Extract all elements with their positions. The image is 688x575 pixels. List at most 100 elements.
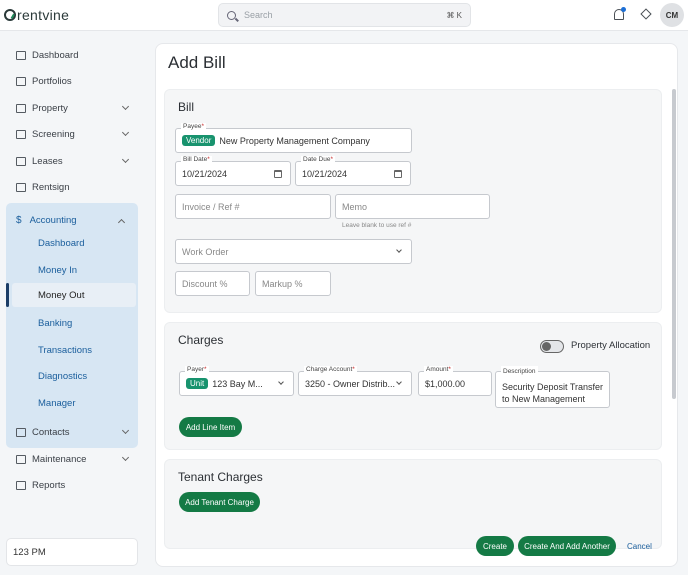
markup-input[interactable]: Markup % <box>255 271 331 296</box>
date-due-value: 10/21/2024 <box>302 168 348 179</box>
bill-section-title: Bill <box>178 100 195 114</box>
building-icon <box>16 103 26 113</box>
charge-account-select[interactable]: Charge Account* 3250 - Owner Distrib... <box>298 366 412 396</box>
accounting-group: $ Accounting Dashboard Money In Money Ou… <box>6 203 138 448</box>
top-bar: rentvine Search ⌘ K CM <box>0 0 688 31</box>
sidebar-subitem-banking[interactable]: Banking <box>12 311 136 335</box>
accessibility-icon[interactable] <box>641 10 649 20</box>
bill-date-field[interactable]: Bill Date* 10/21/2024 <box>175 156 291 186</box>
notifications-bell-icon[interactable] <box>614 7 626 20</box>
amount-value: $1,000.00 <box>425 378 466 389</box>
invoice-ref-placeholder: Invoice / Ref # <box>182 201 240 212</box>
search-icon <box>227 10 236 20</box>
charge-account-value: 3250 - Owner Distrib... <box>305 378 396 389</box>
sidebar-item-maintenance[interactable]: Maintenance <box>8 447 140 471</box>
sidebar-subitem-money-out[interactable]: Money Out <box>12 283 136 307</box>
create-button[interactable]: Create <box>476 536 514 556</box>
description-textarea[interactable]: Description Security Deposit Transfer to… <box>495 366 610 408</box>
sidebar-item-reports[interactable]: Reports <box>8 473 140 497</box>
cancel-link[interactable]: Cancel <box>627 542 652 551</box>
bill-date-label: Bill Date* <box>181 156 212 163</box>
account-switcher[interactable]: 123 PM <box>6 538 138 566</box>
payee-value: New Property Management Company <box>219 135 370 146</box>
chevron-down-icon <box>121 453 130 462</box>
sidebar-item-label: Property <box>32 102 68 114</box>
sidebar-item-label: Accounting <box>29 214 77 226</box>
sidebar-subitem-money-in[interactable]: Money In <box>12 258 136 282</box>
sidebar-subitem-dashboard[interactable]: Dashboard <box>12 231 136 255</box>
add-line-item-button[interactable]: Add Line Item <box>179 417 242 437</box>
payee-label: Payee* <box>181 123 206 130</box>
sidebar-item-screening[interactable]: Screening <box>8 122 140 146</box>
memo-placeholder: Memo <box>342 201 368 212</box>
calendar-icon[interactable] <box>394 170 402 178</box>
dashboard-icon <box>16 50 26 60</box>
create-and-add-another-button[interactable]: Create And Add Another <box>518 536 616 556</box>
memo-input[interactable]: Memo <box>335 194 490 219</box>
bill-section: Bill Payee* Vendor New Property Manageme… <box>164 89 662 313</box>
chevron-down-icon <box>121 128 130 137</box>
payer-value: 123 Bay M... <box>212 378 263 389</box>
amount-input[interactable]: Amount* $1,000.00 <box>418 366 492 396</box>
chevron-down-icon <box>121 155 130 164</box>
add-tenant-charge-button[interactable]: Add Tenant Charge <box>179 492 260 512</box>
charges-section-title: Charges <box>178 333 224 347</box>
work-order-select[interactable]: Work Order <box>175 239 412 264</box>
sidebar-item-dashboard[interactable]: Dashboard <box>8 43 140 67</box>
payee-field[interactable]: Payee* Vendor New Property Management Co… <box>175 123 412 153</box>
chevron-down-icon <box>121 426 130 435</box>
work-order-placeholder: Work Order <box>182 246 229 257</box>
payer-select[interactable]: Payer* Unit 123 Bay M... <box>179 366 294 396</box>
property-allocation-toggle[interactable] <box>540 340 564 353</box>
calendar-icon[interactable] <box>274 170 282 178</box>
unit-chip: Unit <box>186 378 209 389</box>
chevron-down-icon <box>278 379 284 385</box>
chevron-up-icon <box>117 218 126 227</box>
toggle-knob <box>542 342 551 351</box>
rentvine-logo[interactable]: rentvine <box>4 7 69 23</box>
bill-date-value: 10/21/2024 <box>182 168 228 179</box>
description-value: Security Deposit Transfer to New Managem… <box>502 382 604 404</box>
search-placeholder: Search <box>244 10 273 20</box>
sidebar-item-label: Maintenance <box>32 453 87 465</box>
notification-dot <box>621 7 626 12</box>
dollar-icon: $ <box>16 214 22 226</box>
sidebar-item-label: Leases <box>32 155 63 167</box>
chevron-down-icon <box>396 379 402 385</box>
scrollbar[interactable] <box>672 89 676 399</box>
sidebar-item-leases[interactable]: Leases <box>8 149 140 173</box>
property-allocation-label: Property Allocation <box>571 340 651 351</box>
tenant-charges-section-title: Tenant Charges <box>178 470 263 484</box>
sidebar-item-label: Dashboard <box>32 49 79 61</box>
search-input[interactable]: Search ⌘ K <box>218 3 471 27</box>
wrench-icon <box>16 454 26 464</box>
user-avatar[interactable]: CM <box>660 3 684 27</box>
sidebar-item-label: Screening <box>32 128 75 140</box>
payer-label: Payer* <box>185 366 209 373</box>
active-indicator <box>6 283 9 307</box>
sidebar-item-label: Contacts <box>32 426 70 438</box>
sidebar-item-accounting[interactable]: $ Accounting <box>8 209 136 231</box>
amount-label: Amount* <box>424 366 453 373</box>
sidebar-subitem-diagnostics[interactable]: Diagnostics <box>12 364 136 388</box>
screening-icon <box>16 129 26 139</box>
sidebar-item-contacts[interactable]: Contacts <box>8 420 140 444</box>
charges-section: Charges Property Allocation Payer* Unit … <box>164 322 662 450</box>
description-label: Description <box>501 366 538 378</box>
sidebar-item-portfolios[interactable]: Portfolios <box>8 69 140 93</box>
page-title: Add Bill <box>168 53 226 72</box>
date-due-field[interactable]: Date Due* 10/21/2024 <box>295 156 411 186</box>
sidebar-item-label: Portfolios <box>32 75 72 87</box>
invoice-ref-input[interactable]: Invoice / Ref # <box>175 194 331 219</box>
portfolio-icon <box>16 76 26 86</box>
logo-text: rentvine <box>17 7 70 23</box>
sidebar-item-property[interactable]: Property <box>8 96 140 120</box>
markup-placeholder: Markup % <box>262 278 303 289</box>
charge-account-label: Charge Account* <box>304 366 357 373</box>
sidebar-subitem-transactions[interactable]: Transactions <box>12 338 136 362</box>
sidebar-subitem-manager[interactable]: Manager <box>12 391 136 415</box>
discount-input[interactable]: Discount % <box>175 271 250 296</box>
sidebar-item-rentsign[interactable]: Rentsign <box>8 175 140 199</box>
lease-icon <box>16 156 26 166</box>
memo-hint: Leave blank to use ref # <box>342 222 412 229</box>
